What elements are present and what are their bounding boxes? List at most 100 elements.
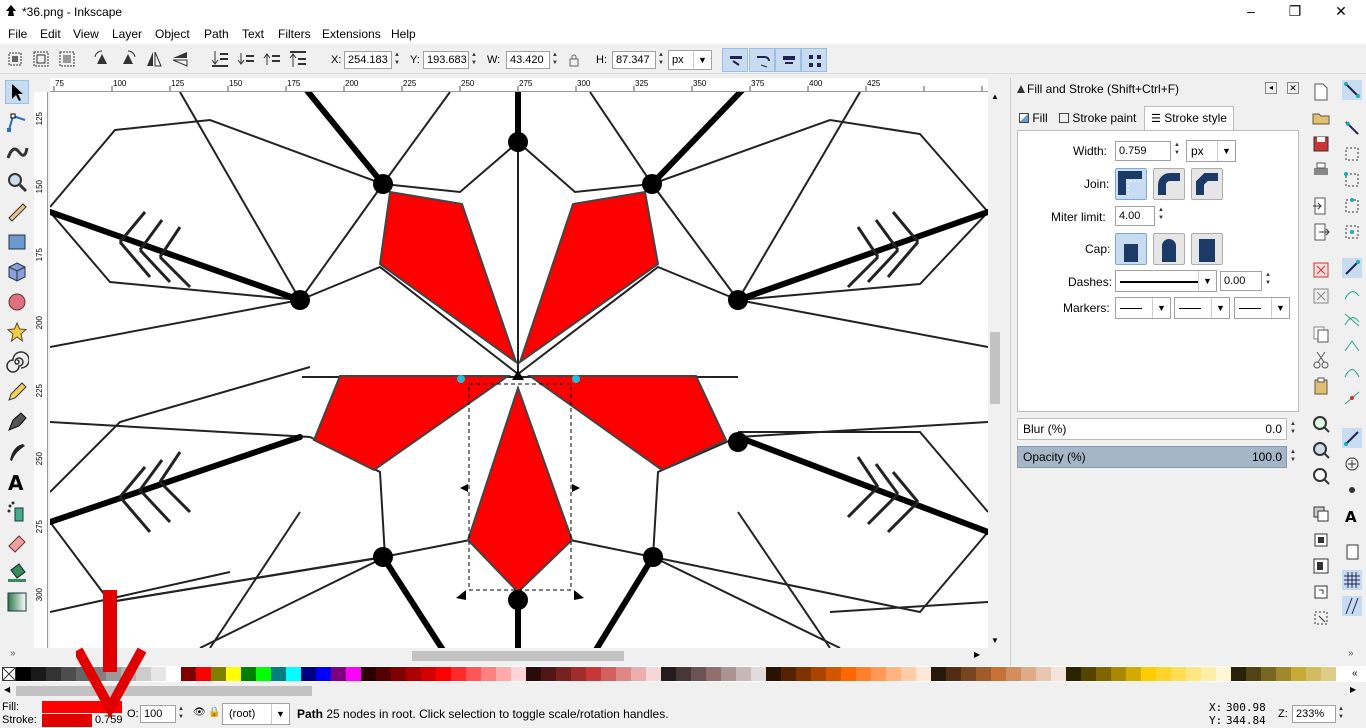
- scale-corners-toggle[interactable]: [749, 48, 775, 72]
- minimize-button[interactable]: –: [1228, 0, 1274, 24]
- color-swatch[interactable]: [526, 667, 541, 681]
- maximize-button[interactable]: ❐: [1272, 0, 1318, 24]
- h-spinner[interactable]: ▲ ▼: [656, 51, 666, 69]
- lower-icon[interactable]: [236, 49, 256, 69]
- scale-stroke-toggle[interactable]: [722, 48, 748, 72]
- color-swatch[interactable]: [586, 667, 601, 681]
- w-spinner[interactable]: ▲ ▼: [550, 51, 560, 69]
- color-swatch[interactable]: [31, 667, 46, 681]
- color-swatch[interactable]: [1021, 667, 1036, 681]
- color-swatch[interactable]: [1186, 667, 1201, 681]
- export-icon[interactable]: [1311, 222, 1331, 242]
- color-swatch[interactable]: [211, 667, 226, 681]
- palette-scroll-thumb[interactable]: [16, 686, 312, 696]
- start-marker-select[interactable]: ▼: [1115, 297, 1171, 319]
- color-swatch[interactable]: [451, 667, 466, 681]
- mid-marker-select[interactable]: ▼: [1174, 297, 1230, 319]
- text-tool[interactable]: A: [5, 470, 29, 495]
- width-input[interactable]: 0.759: [1115, 141, 1171, 161]
- join-miter-button[interactable]: [1115, 168, 1147, 200]
- undo-icon[interactable]: [1311, 260, 1331, 280]
- width-unit-select[interactable]: px ▼: [1186, 140, 1236, 162]
- color-swatch[interactable]: [961, 667, 976, 681]
- lock-icon[interactable]: [568, 53, 580, 67]
- chevron-down-icon[interactable]: ▼: [991, 636, 999, 645]
- color-swatch[interactable]: [856, 667, 871, 681]
- miter-limit-spinner[interactable]: ▲ ▼: [1156, 206, 1166, 226]
- color-swatch[interactable]: [196, 667, 211, 681]
- snap-bbox-icon[interactable]: [1342, 118, 1362, 138]
- color-swatch[interactable]: [346, 667, 361, 681]
- select-all-layers-icon[interactable]: [31, 49, 51, 69]
- chevron-right-icon[interactable]: ▶: [1350, 685, 1356, 694]
- color-swatch[interactable]: [1081, 667, 1096, 681]
- color-swatch[interactable]: [1231, 667, 1246, 681]
- color-swatch[interactable]: [241, 667, 256, 681]
- dialog-close-button[interactable]: ✕: [1287, 82, 1299, 94]
- rotate-cw-icon[interactable]: [118, 49, 138, 69]
- toolbox-overflow-icon[interactable]: »: [10, 648, 16, 659]
- dash-offset-input[interactable]: 0.00: [1220, 271, 1262, 291]
- snapbar-overflow-icon[interactable]: »: [1348, 648, 1354, 659]
- color-swatch[interactable]: [1321, 667, 1336, 681]
- zoom-selection-icon[interactable]: [1311, 414, 1331, 434]
- cap-square-button[interactable]: [1191, 233, 1223, 265]
- color-swatch[interactable]: [871, 667, 886, 681]
- color-swatch[interactable]: [286, 667, 301, 681]
- 3dbox-tool[interactable]: [5, 260, 29, 284]
- color-swatch[interactable]: [631, 667, 646, 681]
- chevron-right-icon[interactable]: ▶: [974, 650, 980, 659]
- color-swatch[interactable]: [331, 667, 346, 681]
- import-icon[interactable]: [1311, 196, 1331, 216]
- color-swatch[interactable]: [616, 667, 631, 681]
- menu-file[interactable]: File: [8, 27, 27, 41]
- star-tool[interactable]: [5, 320, 29, 344]
- color-swatch[interactable]: [151, 667, 166, 681]
- snap-nodes-icon[interactable]: [1342, 258, 1362, 278]
- color-swatch[interactable]: [1111, 667, 1126, 681]
- menu-view[interactable]: View: [73, 27, 99, 41]
- chevron-up-icon[interactable]: ▲: [991, 92, 999, 101]
- snap-bbox-corner-icon[interactable]: [1342, 170, 1362, 190]
- color-swatch[interactable]: [766, 667, 781, 681]
- opacity-spinner[interactable]: ▲ ▼: [1288, 448, 1298, 468]
- snap-center-icon[interactable]: [1342, 454, 1362, 474]
- color-swatch[interactable]: [16, 667, 31, 681]
- drawing-canvas[interactable]: [50, 92, 988, 648]
- color-swatch[interactable]: [661, 667, 676, 681]
- fill-stroke-command-icon[interactable]: [1311, 608, 1331, 628]
- h-input[interactable]: 87.347: [612, 51, 656, 69]
- menu-edit[interactable]: Edit: [40, 27, 61, 41]
- dashes-select[interactable]: ▼: [1115, 270, 1217, 292]
- color-swatch[interactable]: [976, 667, 991, 681]
- tab-stroke-paint[interactable]: Stroke paint: [1059, 108, 1136, 130]
- cut-icon[interactable]: [1311, 350, 1331, 370]
- color-swatch[interactable]: [166, 667, 181, 681]
- color-swatch[interactable]: [781, 667, 796, 681]
- color-swatch[interactable]: [541, 667, 556, 681]
- color-swatch[interactable]: [901, 667, 916, 681]
- color-swatch[interactable]: [1246, 667, 1261, 681]
- close-button[interactable]: ✕: [1318, 0, 1364, 24]
- tab-fill[interactable]: Fill: [1019, 108, 1048, 130]
- color-swatch[interactable]: [931, 667, 946, 681]
- color-swatch[interactable]: [391, 667, 406, 681]
- snap-cusp-icon[interactable]: [1342, 336, 1362, 356]
- color-swatch[interactable]: [301, 667, 316, 681]
- x-input[interactable]: 254.183: [344, 51, 392, 69]
- layer-lock-icon[interactable]: 🔒: [208, 707, 220, 718]
- color-swatch[interactable]: [721, 667, 736, 681]
- color-swatch[interactable]: [1156, 667, 1171, 681]
- color-swatch[interactable]: [571, 667, 586, 681]
- zoom-tool[interactable]: [5, 170, 29, 194]
- dash-offset-spinner[interactable]: ▲ ▼: [1263, 271, 1273, 291]
- zoom-spinner[interactable]: ▲ ▼: [1336, 705, 1346, 723]
- snap-bbox-edge-icon[interactable]: [1342, 144, 1362, 164]
- color-swatch[interactable]: [916, 667, 931, 681]
- palette-menu-icon[interactable]: «: [1352, 668, 1358, 679]
- color-swatch[interactable]: [406, 667, 421, 681]
- menu-extensions[interactable]: Extensions: [322, 27, 381, 41]
- snap-others-icon[interactable]: [1342, 428, 1362, 448]
- blur-slider[interactable]: Blur (%) 0.0: [1017, 418, 1287, 440]
- rotate-ccw-icon[interactable]: [92, 49, 112, 69]
